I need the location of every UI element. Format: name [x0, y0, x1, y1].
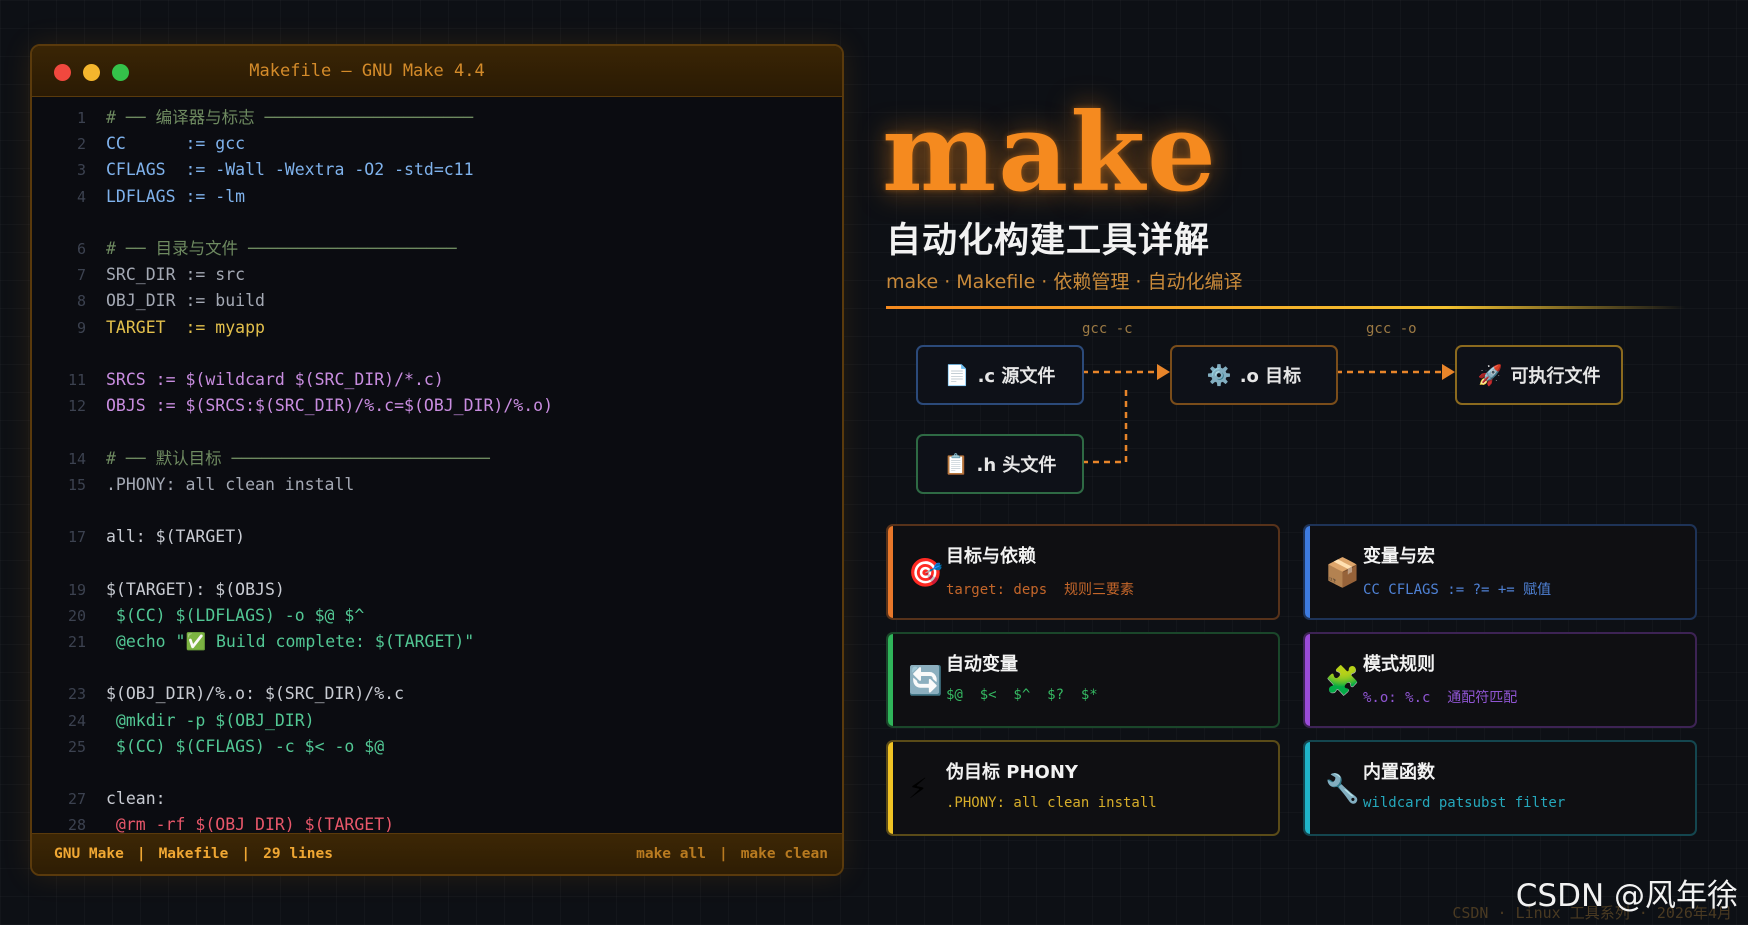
card-description: CC CFLAGS := ?= += 赋值 — [1363, 582, 1552, 598]
target-icon: 🎯 — [908, 556, 943, 589]
card-accent — [1305, 526, 1310, 618]
card-description: wildcard patsubst filter — [1363, 795, 1566, 811]
csdn-watermark: CSDN @风年徐 — [1515, 878, 1738, 914]
card-pattern-rules: 🧩 模式规则 %.o: %.c 通配符匹配 — [1303, 632, 1697, 728]
refresh-icon: 🔄 — [908, 664, 943, 697]
card-phony-targets: ⚡ 伪目标 PHONY .PHONY: all clean install — [886, 740, 1280, 836]
hdr-to-src-arrow-line — [1082, 387, 1128, 464]
card-description: %.o: %.c 通配符匹配 — [1363, 690, 1518, 706]
card-accent — [888, 634, 893, 726]
header-file-label: .h 头文件 — [976, 455, 1057, 476]
card-description: target: deps 规则三要素 — [946, 582, 1135, 598]
card-title: 自动变量 — [946, 654, 1018, 675]
card-title: 伪目标 PHONY — [946, 762, 1078, 783]
document-icon: 📄 — [944, 363, 970, 387]
card-variables: 📦 变量与宏 CC CFLAGS := ?= += 赋值 — [1303, 524, 1697, 620]
source-file-label: .c 源文件 — [977, 366, 1056, 387]
header-file-node: 📋 .h 头文件 — [916, 434, 1084, 494]
card-title: 变量与宏 — [1363, 546, 1435, 567]
arrowhead-obj — [1157, 364, 1170, 380]
executable-label: 可执行文件 — [1510, 366, 1601, 387]
card-automatic-variables: 🔄 自动变量 $@ $< $^ $? $* — [886, 632, 1280, 728]
card-title: 模式规则 — [1363, 654, 1435, 675]
card-targets: 🎯 目标与依赖 target: deps 规则三要素 — [886, 524, 1280, 620]
card-description: .PHONY: all clean install — [946, 795, 1157, 811]
executable-node: 🚀 可执行文件 — [1455, 345, 1623, 405]
card-title: 内置函数 — [1363, 762, 1435, 783]
card-accent — [1305, 742, 1310, 834]
object-file-node: ⚙️ .o 目标 — [1170, 345, 1338, 405]
card-title: 目标与依赖 — [946, 546, 1036, 567]
clipboard-icon: 📋 — [943, 452, 969, 476]
wrench-icon: 🔧 — [1325, 772, 1360, 805]
puzzle-icon: 🧩 — [1325, 664, 1360, 697]
card-accent — [888, 526, 893, 618]
gear-icon: ⚙️ — [1206, 363, 1232, 387]
lightning-icon: ⚡ — [908, 772, 928, 805]
package-icon: 📦 — [1325, 556, 1360, 589]
card-description: $@ $< $^ $? $* — [946, 687, 1098, 703]
object-file-label: .o 目标 — [1239, 366, 1302, 387]
card-accent — [888, 742, 893, 834]
card-builtin-functions: 🔧 内置函数 wildcard patsubst filter — [1303, 740, 1697, 836]
card-accent — [1305, 634, 1310, 726]
rocket-icon: 🚀 — [1477, 363, 1503, 387]
arrowhead-exe — [1442, 364, 1455, 380]
source-file-node: 📄 .c 源文件 — [916, 345, 1084, 405]
